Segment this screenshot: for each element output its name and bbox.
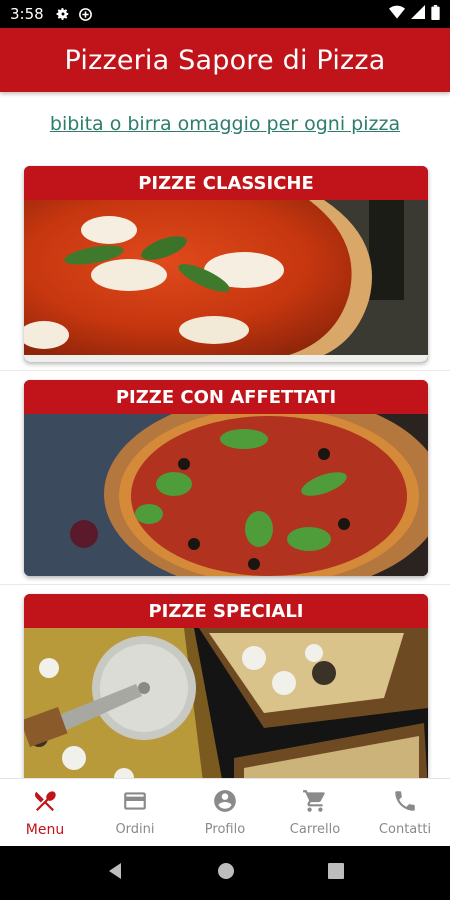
settings-gear-icon — [56, 7, 70, 21]
card-title: PIZZE CLASSICHE — [138, 172, 314, 194]
phone-icon — [392, 788, 418, 818]
system-navigation-bar — [0, 846, 450, 900]
home-icon[interactable] — [217, 862, 235, 884]
credit-card-icon — [122, 788, 148, 818]
app-bar: Pizzeria Sapore di Pizza — [0, 28, 450, 92]
account-icon — [212, 788, 238, 818]
pizza-classica-image — [24, 200, 428, 362]
nav-item-contatti[interactable]: Contatti — [360, 779, 450, 846]
cell-signal-icon — [411, 5, 425, 23]
nav-item-menu[interactable]: Menu — [0, 779, 90, 846]
bottom-navigation: Menu Ordini Profilo Carrello Contatti — [0, 778, 450, 846]
divider — [0, 370, 450, 371]
back-icon[interactable] — [106, 862, 124, 884]
card-header: PIZZE SPECIALI — [24, 594, 428, 628]
card-title: PIZZE SPECIALI — [148, 600, 304, 622]
cart-icon — [302, 788, 328, 818]
battery-icon — [431, 4, 440, 24]
category-card-speciali[interactable]: PIZZE SPECIALI — [24, 594, 428, 790]
nav-label: Profilo — [204, 822, 246, 837]
nav-item-profilo[interactable]: Profilo — [180, 779, 270, 846]
nav-label: Carrello — [289, 822, 341, 837]
category-card-affettati[interactable]: PIZZE CON AFFETTATI — [24, 380, 428, 576]
nav-label: Contatti — [378, 822, 432, 837]
nav-item-carrello[interactable]: Carrello — [270, 779, 360, 846]
divider — [0, 584, 450, 585]
promo-section: bibita o birra omaggio per ogni pizza — [0, 92, 450, 156]
category-card-classiche[interactable]: PIZZE CLASSICHE — [24, 166, 428, 362]
promo-link[interactable]: bibita o birra omaggio per ogni pizza — [50, 113, 400, 135]
data-saver-icon — [78, 7, 93, 22]
nav-item-ordini[interactable]: Ordini — [90, 779, 180, 846]
nav-label: Ordini — [115, 822, 155, 837]
pizza-speciale-image — [24, 628, 428, 790]
recents-icon[interactable] — [327, 863, 344, 883]
status-time: 3:58 — [10, 5, 44, 23]
wifi-icon — [389, 5, 405, 23]
app-title: Pizzeria Sapore di Pizza — [64, 44, 386, 76]
fork-knife-icon — [32, 788, 58, 818]
card-title: PIZZE CON AFFETTATI — [115, 386, 337, 408]
pizza-affettati-image — [24, 414, 428, 576]
status-bar: 3:58 — [0, 0, 450, 28]
card-header: PIZZE CLASSICHE — [24, 166, 428, 200]
card-header: PIZZE CON AFFETTATI — [24, 380, 428, 414]
nav-label: Menu — [25, 821, 65, 838]
